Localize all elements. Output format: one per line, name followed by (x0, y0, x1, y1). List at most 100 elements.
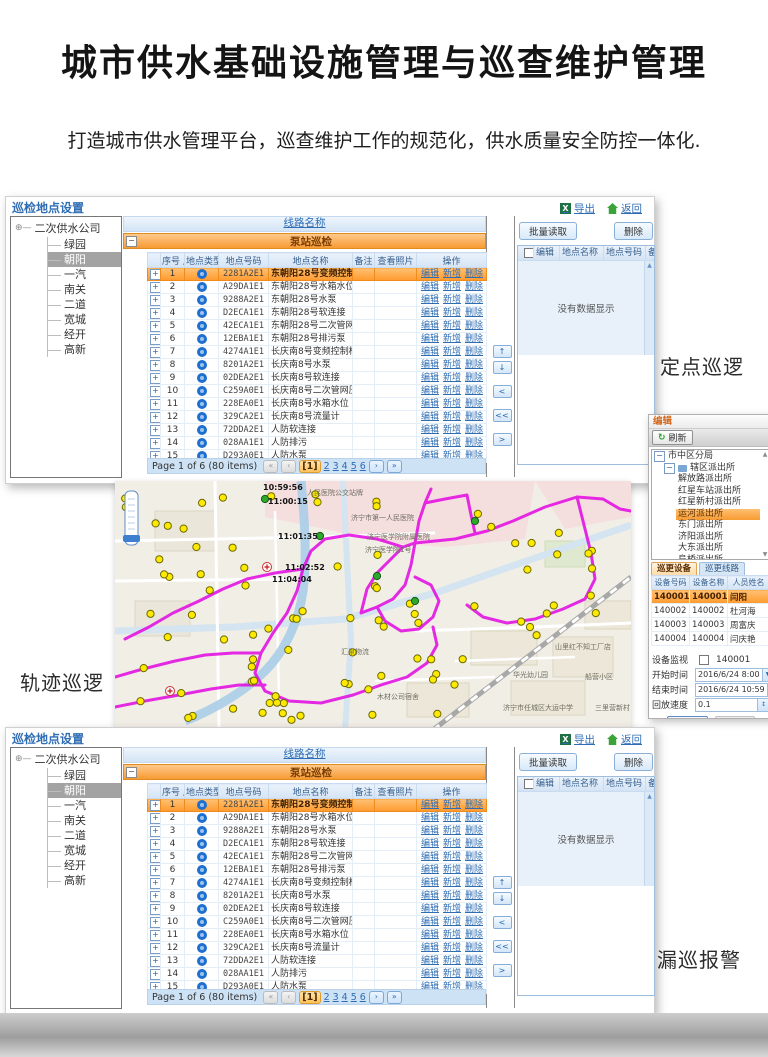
patrol-point-marker[interactable] (297, 712, 304, 719)
table-row[interactable]: +1372DDA2E1人防软连接编辑新增删除 (148, 955, 487, 968)
patrol-point-marker[interactable] (250, 631, 257, 638)
row-action-新增[interactable]: 新增 (443, 930, 461, 940)
expand-cell[interactable]: + (148, 825, 161, 838)
refresh-button[interactable]: ↻ 刷新 (652, 430, 693, 445)
row-action-删除[interactable]: 删除 (465, 412, 483, 422)
pager-prev-button[interactable]: ‹ (281, 991, 296, 1004)
row-action-新增[interactable]: 新增 (443, 891, 461, 901)
row-action-删除[interactable]: 删除 (465, 347, 483, 357)
batch-read-button[interactable]: 批量读取 (519, 753, 577, 771)
row-action-编辑[interactable]: 编辑 (421, 386, 439, 396)
patrol-point-marker[interactable] (459, 656, 466, 663)
table-row[interactable]: +14028AA1E1人防排污编辑新增删除 (148, 968, 487, 981)
pager-first-button[interactable]: « (263, 991, 278, 1004)
row-action-删除[interactable]: 删除 (465, 269, 483, 279)
pager-page-3[interactable]: 3 (333, 461, 339, 472)
patrol-point-marker[interactable] (554, 551, 561, 558)
map-zoom-control[interactable] (123, 491, 140, 545)
patrol-point-marker[interactable] (185, 714, 192, 721)
table-row[interactable]: +74274A1E1长庆南8号变频控制柜编辑新增删除 (148, 346, 487, 359)
row-action-删除[interactable]: 删除 (465, 891, 483, 901)
row-action-新增[interactable]: 新增 (443, 282, 461, 292)
expand-cell[interactable]: + (148, 838, 161, 851)
patrol-point-marker[interactable] (272, 693, 279, 700)
row-action-新增[interactable]: 新增 (443, 334, 461, 344)
patrol-point-marker[interactable] (299, 608, 306, 615)
row-action-新增[interactable]: 新增 (443, 904, 461, 914)
tree-root-node[interactable]: ⊕— 二次供水公司 (11, 748, 121, 768)
expand-cell[interactable]: + (148, 437, 161, 450)
delete-button[interactable]: 删除 (614, 222, 653, 240)
row-action-编辑[interactable]: 编辑 (421, 373, 439, 383)
device-row[interactable]: 140002140002杜河海 (652, 604, 768, 618)
pager-next-button[interactable]: › (369, 460, 384, 473)
row-action-编辑[interactable]: 编辑 (421, 399, 439, 409)
row-action-编辑[interactable]: 编辑 (421, 269, 439, 279)
pager-next-button[interactable]: › (369, 991, 384, 1004)
start-time-input[interactable]: 2016/6/24 8:00 ▼ (695, 668, 768, 682)
pager-last-button[interactable]: » (387, 460, 402, 473)
patrol-point-marker[interactable] (241, 564, 248, 571)
col-header-3[interactable]: 地点名称 (269, 784, 353, 799)
col-header-2[interactable]: 地点号码 (219, 784, 269, 799)
playback-button[interactable]: 回放 (667, 716, 707, 719)
pager-page-2[interactable]: 2 (324, 992, 330, 1003)
expand-cell[interactable]: + (148, 851, 161, 864)
export-button[interactable]: X 导出 (560, 732, 595, 747)
tree-item-绿园[interactable]: 绿园 (48, 237, 121, 252)
patrol-point-marker[interactable] (512, 540, 519, 547)
patrol-point-marker[interactable] (587, 592, 594, 599)
patrol-point-marker[interactable] (451, 681, 458, 688)
row-action-删除[interactable]: 删除 (465, 826, 483, 836)
row-expand-icon[interactable]: + (150, 295, 161, 306)
patrol-point-marker[interactable] (188, 611, 195, 618)
patrol-point-marker[interactable] (334, 563, 341, 570)
row-action-新增[interactable]: 新增 (443, 386, 461, 396)
station-item-解放路派出所[interactable]: 解放路派出所 (676, 474, 760, 486)
row-expand-icon[interactable]: + (150, 412, 161, 423)
table-row[interactable]: +2A29DA1E1东朝阳28号水箱水位编辑新增删除 (148, 812, 487, 825)
expand-cell[interactable]: + (148, 812, 161, 825)
patrol-point-marker[interactable] (206, 587, 213, 594)
row-action-新增[interactable]: 新增 (443, 865, 461, 875)
device-row[interactable]: 140001140001闫阳 (652, 590, 768, 604)
table-row[interactable]: +88201A2E1长庆南8号水泵编辑新增删除 (148, 359, 487, 372)
patrol-point-marker[interactable] (199, 499, 206, 506)
row-expand-icon[interactable]: + (150, 438, 161, 449)
row-action-新增[interactable]: 新增 (443, 826, 461, 836)
tree-item-宽城[interactable]: 宽城 (48, 312, 121, 327)
station-item-阜桥派出所[interactable]: 阜桥派出所 (676, 555, 760, 561)
tree-collapse-icon[interactable]: ⊕— (15, 223, 32, 233)
row-action-删除[interactable]: 删除 (465, 956, 483, 966)
device-col-2[interactable]: 人员姓名 (728, 576, 768, 590)
row-action-删除[interactable]: 删除 (465, 839, 483, 849)
row-expand-icon[interactable]: + (150, 399, 161, 410)
expand-cell[interactable]: + (148, 903, 161, 916)
row-action-编辑[interactable]: 编辑 (421, 360, 439, 370)
station-item-运河派出所[interactable]: 运河派出所 (676, 509, 760, 521)
patrol-point-marker[interactable] (524, 566, 531, 573)
select-all-checkbox[interactable] (524, 779, 534, 789)
col-header-0[interactable]: 序号 ▲ (161, 253, 185, 268)
expand-cell[interactable]: + (148, 307, 161, 320)
row-expand-icon[interactable]: + (150, 347, 161, 358)
transfer-left-all-button[interactable]: << (493, 940, 512, 953)
pager-last-button[interactable]: » (387, 991, 402, 1004)
right-grid-scrollbar[interactable]: ▲ (644, 792, 654, 886)
patrol-point-marker[interactable] (528, 539, 535, 546)
pause-button[interactable]: 暂停 (715, 716, 755, 719)
patrol-point-marker[interactable] (369, 711, 376, 718)
table-row[interactable]: +612EBA1E1东朝阳28号排污泵编辑新增删除 (148, 864, 487, 877)
patrol-point-marker[interactable] (585, 550, 592, 557)
patrol-point-marker[interactable] (471, 517, 478, 524)
table-row[interactable]: +11228EA0E1长庆南8号水箱水位编辑新增删除 (148, 929, 487, 942)
collapse-icon[interactable]: − (654, 451, 665, 462)
row-action-删除[interactable]: 删除 (465, 813, 483, 823)
expand-cell[interactable]: + (148, 294, 161, 307)
patrol-point-marker[interactable] (197, 571, 204, 578)
row-action-删除[interactable]: 删除 (465, 800, 483, 810)
right-grid-scrollbar[interactable]: ▲ (644, 261, 654, 355)
row-action-编辑[interactable]: 编辑 (421, 917, 439, 927)
row-action-编辑[interactable]: 编辑 (421, 800, 439, 810)
expand-cell[interactable]: + (148, 411, 161, 424)
